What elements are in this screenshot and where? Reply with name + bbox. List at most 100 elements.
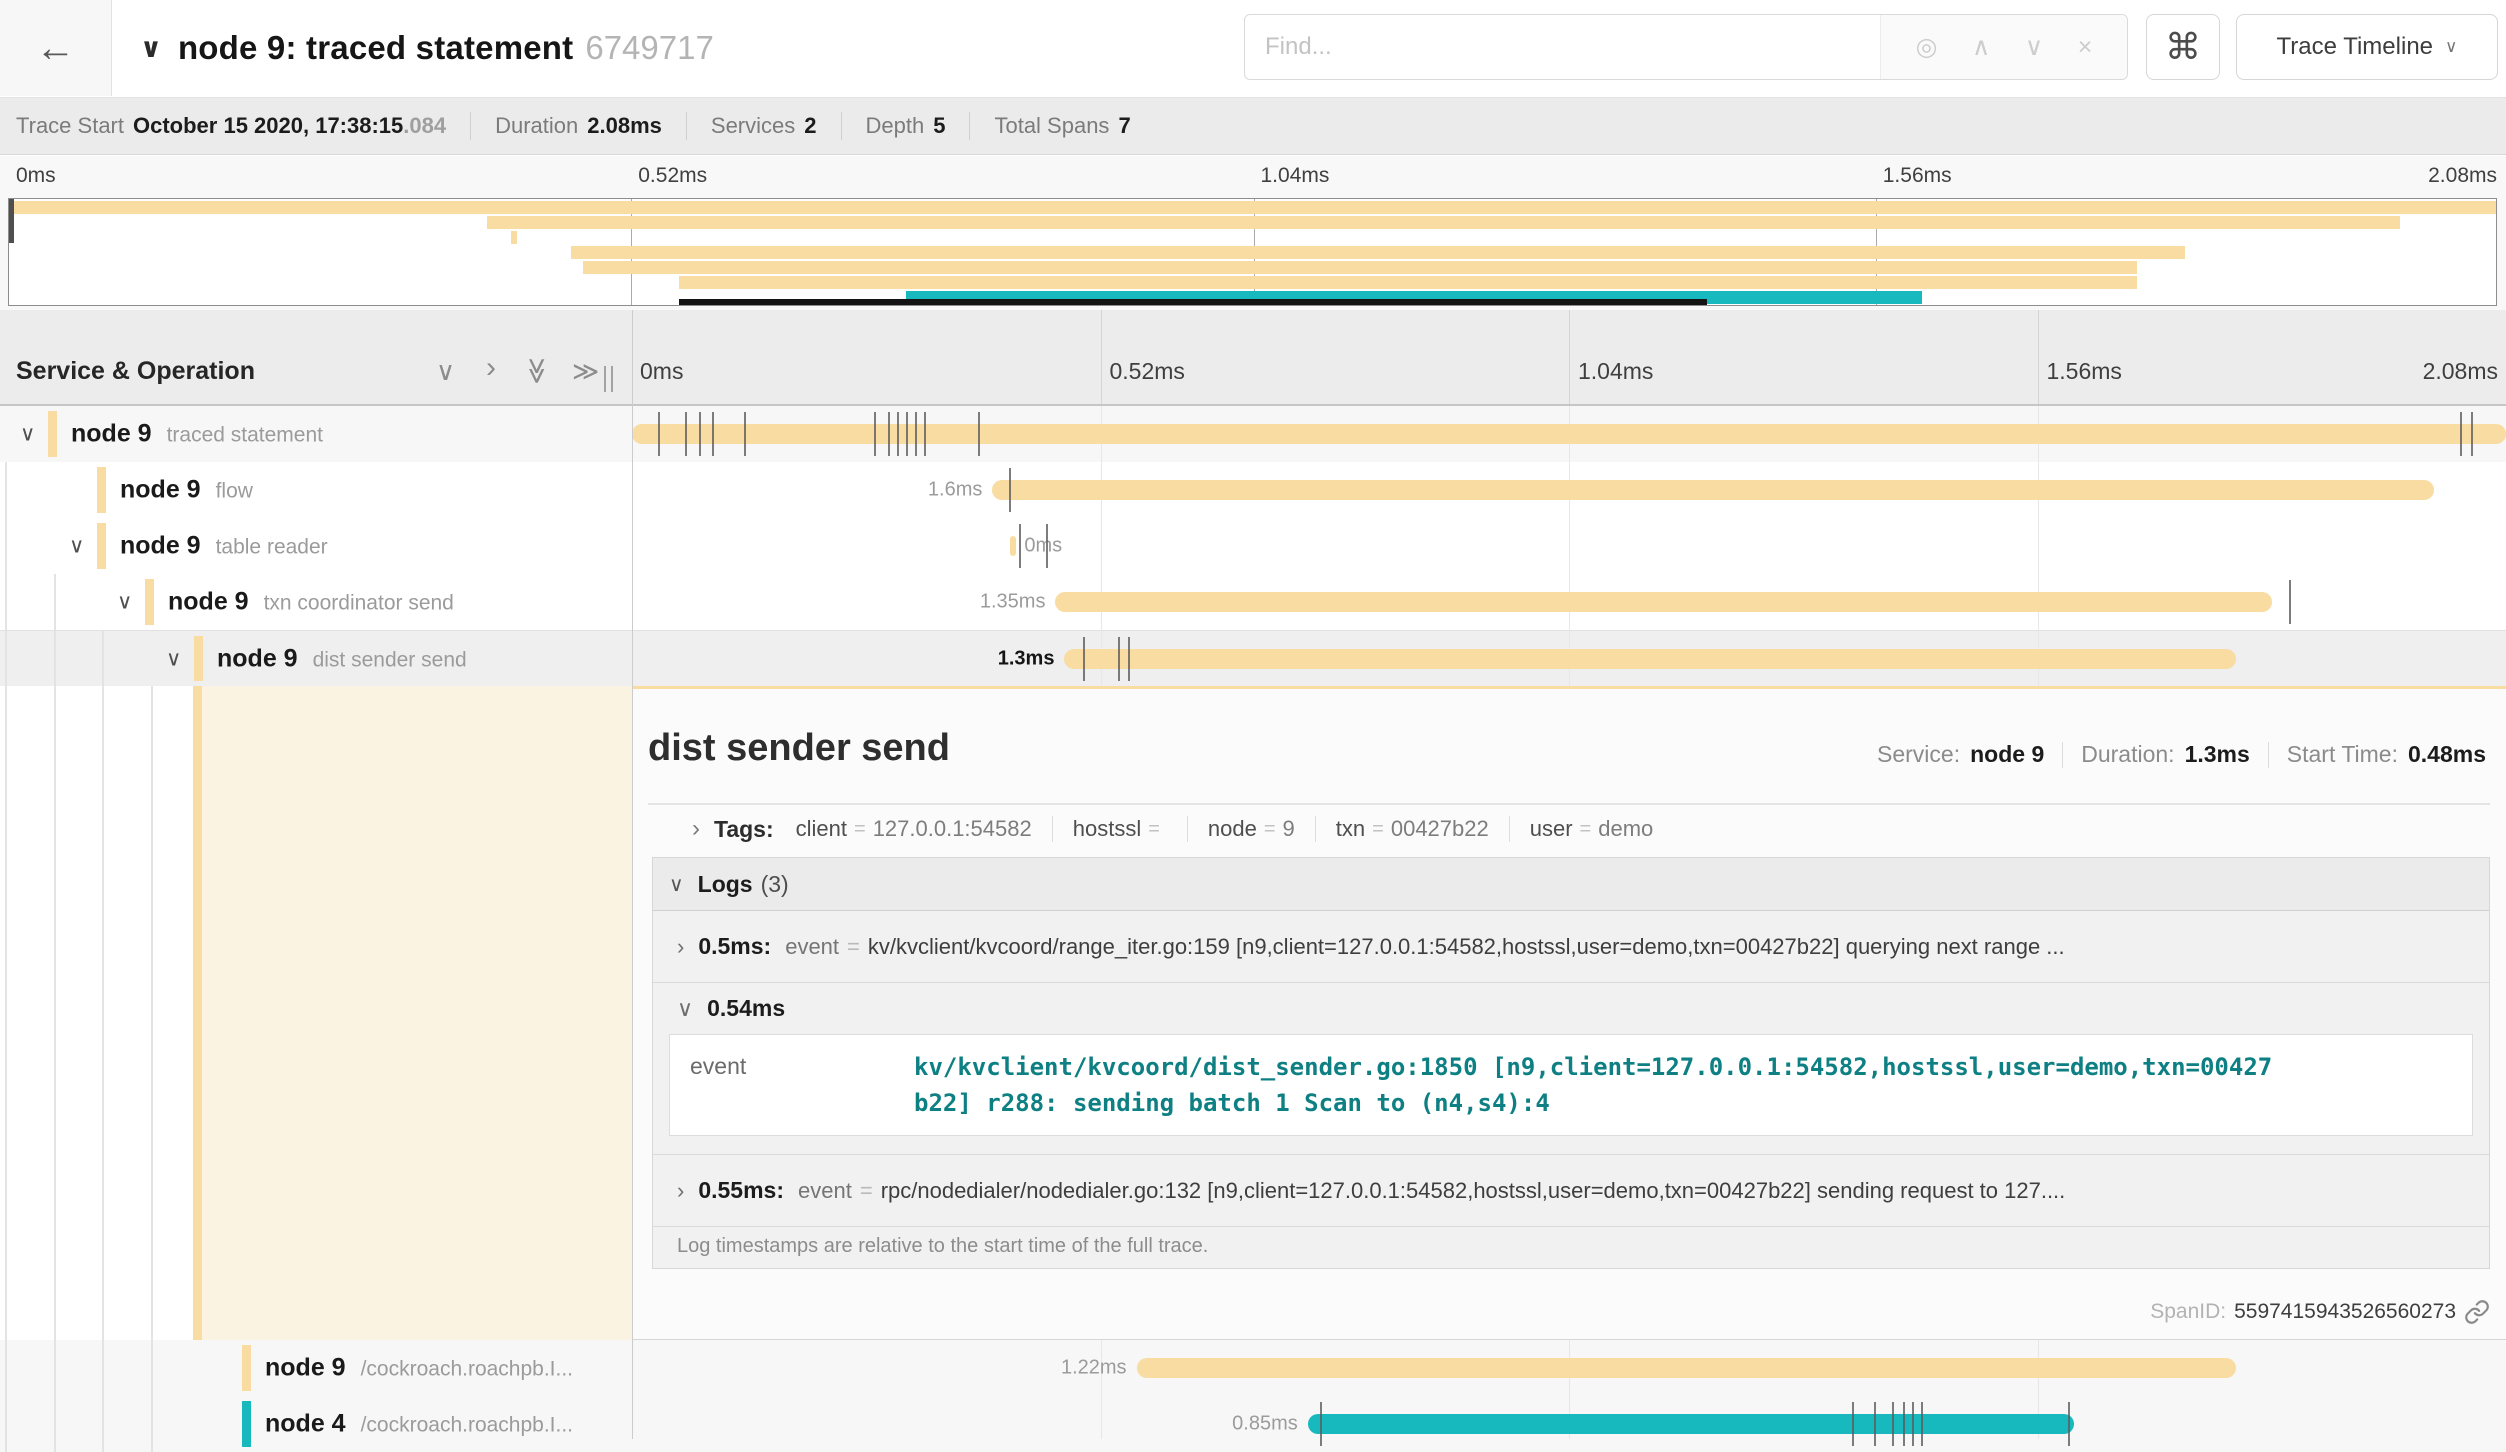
meta-value: node 9	[1970, 741, 2044, 768]
span-duration-bar[interactable]	[992, 480, 2434, 500]
span-duration-bar[interactable]	[1308, 1414, 2074, 1434]
span-color-chip	[145, 579, 154, 625]
tag-key: user	[1530, 816, 1573, 842]
locate-icon[interactable]: ◎	[1916, 32, 1938, 62]
prev-match-icon[interactable]: ∧	[1972, 32, 1990, 62]
log-marker-tick	[2460, 412, 2462, 456]
keyboard-shortcuts-button[interactable]: ⌘	[2146, 14, 2220, 80]
summary-value-suffix: .084	[403, 113, 446, 138]
collapse-one-icon[interactable]: ∨	[436, 357, 455, 385]
clear-search-icon[interactable]: ×	[2078, 33, 2093, 62]
trace-id: 6749717	[585, 29, 713, 67]
span-collapse-chevron-icon[interactable]: ∨	[166, 646, 181, 671]
chevron-right-icon: ›	[677, 934, 684, 959]
summary-separator	[841, 112, 842, 140]
span-operation-name: table reader	[216, 536, 328, 559]
tag-separator	[1052, 816, 1053, 842]
summary-separator	[470, 112, 471, 140]
find-input[interactable]	[1245, 15, 1880, 79]
minimap-viewport-bar[interactable]	[679, 299, 1707, 305]
indent-guide	[5, 1340, 7, 1396]
chevron-down-icon: ∨	[669, 872, 684, 897]
log-marker-tick	[744, 412, 746, 456]
span-collapse-chevron-icon[interactable]: ∨	[117, 590, 132, 615]
indent-guide	[54, 1396, 56, 1452]
span-duration-bar[interactable]	[1137, 1358, 2236, 1378]
span-id-row: SpanID: 5597415943526560273	[2150, 1299, 2490, 1325]
back-arrow-icon: ←	[36, 26, 76, 71]
span-duration-bar[interactable]	[1055, 592, 2271, 612]
span-service-name: node 9	[120, 476, 201, 504]
span-operation-name: /cockroach.roachpb.I...	[361, 1358, 573, 1381]
span-title: dist sender send	[648, 727, 950, 770]
timeline-tick-label: 2.08ms	[2423, 358, 2498, 385]
tags-row[interactable]: › Tags: client=127.0.0.1:54582hostssl=no…	[692, 815, 1653, 843]
log-marker-tick	[1921, 1402, 1923, 1446]
log-marker-tick	[1128, 637, 1130, 681]
summary-value: October 15 2020, 17:38:15.084	[133, 113, 446, 139]
timeline-gridline	[2038, 406, 2039, 686]
log-entry-toggle[interactable]: ∨0.54ms	[653, 982, 2489, 1026]
span-row[interactable]: ∨node 9txn coordinator send1.35ms	[0, 574, 2506, 630]
minimap-scrubber[interactable]	[9, 199, 14, 243]
trace-summary-bar: Trace StartOctober 15 2020, 17:38:15.084…	[0, 98, 2506, 155]
logs-body: ›0.5ms:event=kv/kvclient/kvcoord/range_i…	[653, 911, 2489, 1226]
logs-header[interactable]: ∨ Logs (3)	[653, 858, 2489, 911]
minimap-canvas[interactable]	[8, 198, 2497, 306]
meta-value: 1.3ms	[2185, 741, 2250, 768]
expand-all-icon[interactable]: ≫	[572, 357, 599, 385]
collapse-chevron-icon[interactable]: ∨	[140, 33, 162, 64]
trace-timeline-label: Trace Timeline	[2277, 33, 2434, 61]
span-collapse-chevron-icon[interactable]: ∨	[69, 534, 84, 559]
span-row[interactable]: ∨ node 9traced statement	[0, 406, 2506, 462]
indent-guide	[5, 631, 7, 686]
chevron-right-icon: ›	[692, 815, 700, 843]
minimap-tick-label: 1.04ms	[1261, 164, 1330, 188]
span-duration-label: 1.22ms	[1061, 1357, 1127, 1380]
trace-timeline-selector[interactable]: Trace Timeline ∨	[2236, 14, 2498, 80]
copy-link-icon[interactable]	[2464, 1299, 2490, 1325]
chevron-down-icon: ∨	[677, 996, 693, 1021]
back-button[interactable]: ←	[0, 0, 112, 96]
trace-title[interactable]: ∨ node 9: traced statement 6749717	[140, 0, 714, 96]
span-row[interactable]: ∨node 9dist sender send1.3ms	[0, 630, 2506, 686]
span-name: node 4/cockroach.roachpb.I...	[265, 1410, 573, 1439]
timeline-tick-label: 0.52ms	[1110, 358, 1185, 385]
log-entry[interactable]: ›0.5ms:event=kv/kvclient/kvcoord/range_i…	[653, 911, 2489, 982]
minimap-span-bar	[511, 231, 517, 244]
tag-key: txn	[1336, 816, 1365, 842]
span-duration-bar[interactable]	[632, 424, 2506, 444]
column-resizer[interactable]	[604, 366, 613, 392]
meta-separator	[2268, 742, 2269, 768]
span-row[interactable]: node 9flow1.6ms	[0, 462, 2506, 518]
span-operation-name: flow	[216, 480, 253, 503]
minimap-tick-label: 0ms	[16, 164, 56, 188]
logs-title: Logs	[698, 871, 753, 898]
span-name: node 9traced statement	[71, 420, 323, 449]
span-collapse-chevron-icon[interactable]: ∨	[20, 422, 35, 447]
log-event-table: eventkv/kvclient/kvcoord/dist_sender.go:…	[669, 1034, 2473, 1136]
collapse-all-icon[interactable]: ≫	[524, 357, 552, 384]
find-bar: ◎ ∧ ∨ ×	[1244, 14, 2128, 80]
summary-label: Services	[711, 113, 795, 139]
log-timestamp: 0.5ms:	[698, 933, 771, 959]
indent-guide	[102, 1340, 104, 1396]
span-detail-fill[interactable]	[202, 686, 632, 1340]
span-duration-label: 1.3ms	[998, 647, 1055, 670]
log-marker-tick	[1019, 524, 1021, 568]
tag-value: demo	[1598, 816, 1653, 842]
minimap-tick-label: 1.56ms	[1883, 164, 1952, 188]
span-service-name: node 9	[71, 420, 152, 448]
summary-separator	[686, 112, 687, 140]
log-event-key: event	[670, 1049, 914, 1121]
span-row[interactable]: ∨node 9table reader0ms	[0, 518, 2506, 574]
log-entry[interactable]: ›0.55ms:event=rpc/nodedialer/nodedialer.…	[653, 1154, 2489, 1226]
expand-one-icon[interactable]: ›	[486, 354, 496, 382]
tag-key: hostssl	[1073, 816, 1141, 842]
span-row[interactable]: node 9/cockroach.roachpb.I...1.22ms	[0, 1340, 2506, 1396]
log-marker-tick	[1320, 1402, 1322, 1446]
span-row[interactable]: node 4/cockroach.roachpb.I...0.85ms	[0, 1396, 2506, 1452]
span-duration-bar[interactable]	[1010, 536, 1016, 556]
next-match-icon[interactable]: ∨	[2025, 32, 2043, 62]
span-duration-bar[interactable]	[1064, 649, 2235, 669]
